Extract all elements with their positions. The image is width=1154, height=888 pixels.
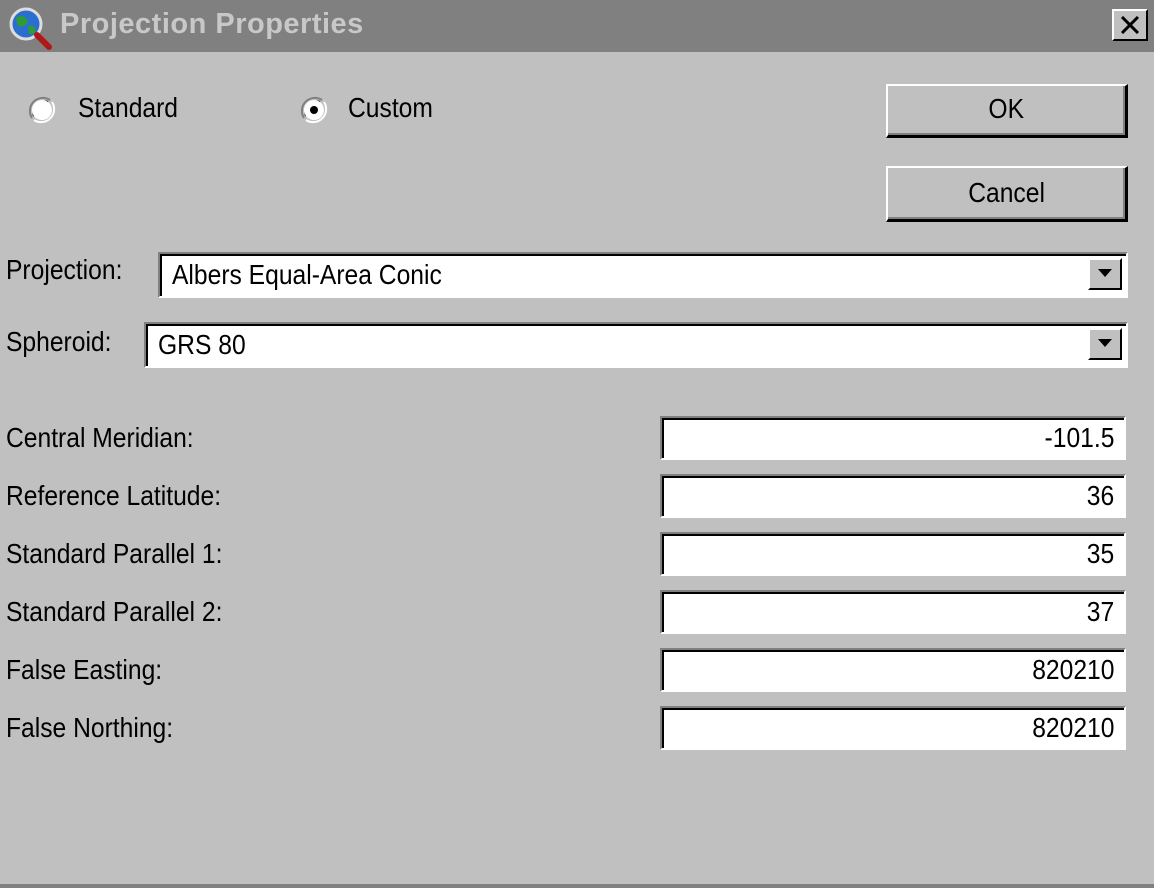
ok-button-label: OK: [988, 93, 1025, 124]
custom-radio[interactable]: [300, 96, 328, 124]
central-meridian-label: Central Meridian:: [6, 422, 194, 453]
reference-latitude-value: 36: [1086, 480, 1114, 511]
window-title: Projection Properties: [60, 8, 364, 40]
cancel-button[interactable]: Cancel: [886, 166, 1128, 222]
standard-parallel-1-label: Standard Parallel 1:: [6, 538, 223, 569]
ok-button[interactable]: OK: [886, 84, 1128, 138]
standard-parallel-1-field[interactable]: 35: [660, 532, 1126, 576]
title-bar[interactable]: Projection Properties: [0, 0, 1154, 52]
spheroid-dropdown-button[interactable]: [1088, 328, 1122, 360]
false-easting-value: 820210: [1031, 654, 1114, 685]
projection-label: Projection:: [6, 254, 123, 285]
false-easting-label: False Easting:: [6, 654, 163, 685]
false-northing-label: False Northing:: [6, 712, 174, 743]
standard-parallel-1-value: 35: [1086, 538, 1114, 569]
projection-properties-dialog: Projection Properties Standard Custom OK…: [0, 0, 1154, 888]
standard-parallel-2-label: Standard Parallel 2:: [6, 596, 223, 627]
projection-dropdown[interactable]: Albers Equal-Area Conic: [158, 252, 1128, 298]
reference-latitude-field[interactable]: 36: [660, 474, 1126, 518]
globe-magnifier-icon: [8, 6, 52, 50]
central-meridian-field[interactable]: -101.5: [660, 416, 1126, 460]
custom-radio-label[interactable]: Custom: [348, 92, 433, 124]
standard-radio-label[interactable]: Standard: [78, 92, 178, 124]
spheroid-dropdown[interactable]: GRS 80: [144, 322, 1128, 368]
central-meridian-value: -101.5: [1044, 422, 1114, 453]
projection-dropdown-button[interactable]: [1088, 258, 1122, 290]
cancel-button-label: Cancel: [968, 177, 1045, 208]
false-northing-field[interactable]: 820210: [660, 706, 1126, 750]
projection-value: Albers Equal-Area Conic: [172, 259, 442, 290]
false-northing-value: 820210: [1031, 712, 1114, 743]
close-button[interactable]: [1112, 9, 1148, 41]
reference-latitude-label: Reference Latitude:: [6, 480, 222, 511]
dialog-bottom-border: [0, 884, 1154, 888]
standard-parallel-2-field[interactable]: 37: [660, 590, 1126, 634]
standard-parallel-2-value: 37: [1086, 596, 1114, 627]
spheroid-value: GRS 80: [158, 329, 246, 360]
standard-radio[interactable]: [28, 96, 56, 124]
spheroid-label: Spheroid:: [6, 326, 112, 357]
false-easting-field[interactable]: 820210: [660, 648, 1126, 692]
